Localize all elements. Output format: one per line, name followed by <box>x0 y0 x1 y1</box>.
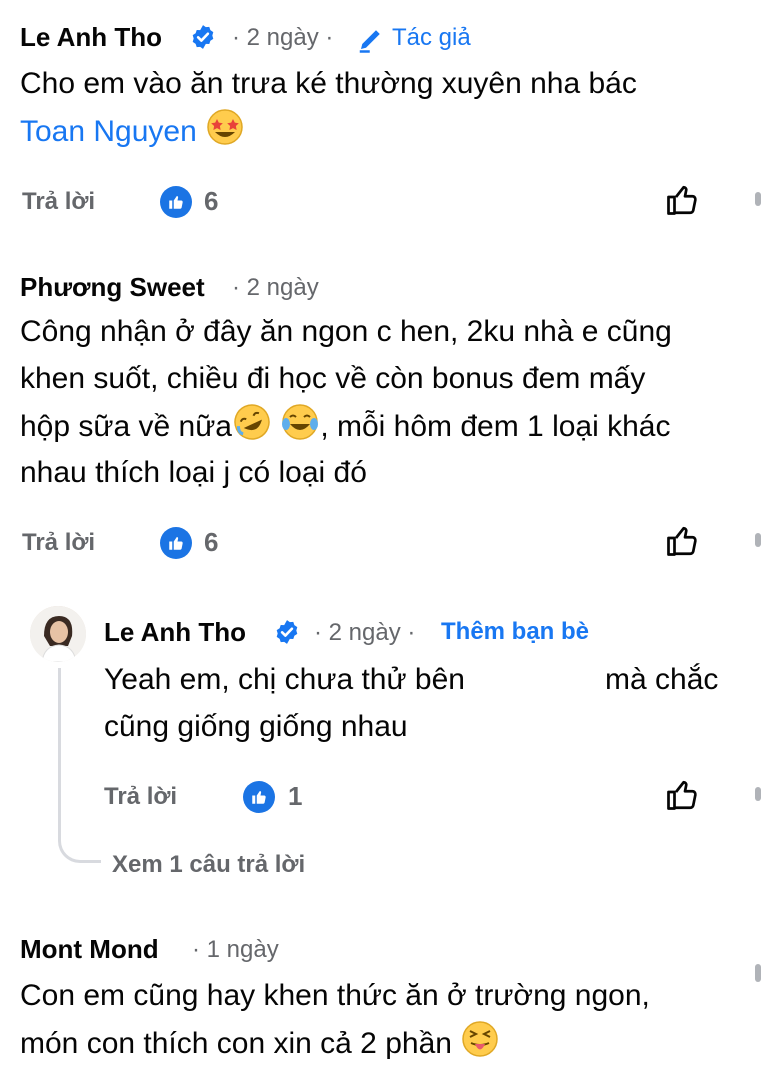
comment-text-line: Công nhận ở đây ăn ngon c hen, 2ku nhà e… <box>20 315 672 348</box>
emoji-star-struck <box>207 109 243 145</box>
pencil-icon <box>359 30 380 53</box>
thumbs-up-icon[interactable] <box>664 523 700 559</box>
comment-text-line: Con em cũng hay khen thức ăn ở trường ng… <box>20 979 650 1012</box>
emoji-tongue <box>462 1021 499 1057</box>
comment-time: · 2 ngày · <box>232 24 334 51</box>
add-friend-link[interactable]: Thêm bạn bè <box>441 618 589 646</box>
comment-text-line: món con thích con xin cả 2 phần <box>20 1019 500 1067</box>
comment-time: · 1 ngày <box>192 936 279 963</box>
like-count: 6 <box>204 186 219 216</box>
verified-icon <box>276 620 298 644</box>
reply-button[interactable]: Trả lời <box>104 783 177 811</box>
comment-text-segment: , mỗi hôm đem 1 loại khác <box>320 410 671 443</box>
reply-text-part1: Yeah em, chị chưa thử bên <box>104 663 465 696</box>
thread-line <box>58 668 101 863</box>
reply-text-part2: mà chắc <box>605 663 719 696</box>
emoji-rofl <box>234 404 270 440</box>
like-badge-icon <box>160 527 192 559</box>
comment-text-line: khen suốt, chiều đi học về còn bonus đem… <box>20 362 646 395</box>
reply-text-line2: cũng giống giống nhau <box>104 710 408 743</box>
thumbs-up-icon[interactable] <box>664 182 700 218</box>
reply-button[interactable]: Trả lời <box>22 188 95 216</box>
reply-button[interactable]: Trả lời <box>22 529 95 557</box>
comment-text-line2: Toan Nguyen <box>20 107 245 155</box>
comment-text: Cho em vào ăn trưa ké thường xuyên nha b… <box>20 67 637 100</box>
comment-author[interactable]: Phương Sweet <box>20 272 205 303</box>
reply-author[interactable]: Le Anh Tho <box>104 617 246 648</box>
verified-icon <box>192 25 214 49</box>
like-badge-icon <box>243 781 275 813</box>
reply-time: · 2 ngày · <box>314 619 416 646</box>
author-badge: Tác giả <box>392 24 471 51</box>
more-options-edge[interactable] <box>755 964 761 982</box>
comment-text-segment: hộp sữa về nữa <box>20 410 232 443</box>
avatar[interactable] <box>30 606 86 662</box>
comment-author[interactable]: Le Anh Tho <box>20 22 162 53</box>
comment-author[interactable]: Mont Mond <box>20 934 159 965</box>
comment-time: · 2 ngày <box>232 274 319 301</box>
comment-text-line: nhau thích loại j có loại đó <box>20 456 367 489</box>
mention-link[interactable]: Toan Nguyen <box>20 115 197 148</box>
comment-text-segment: món con thích con xin cả 2 phần <box>20 1027 452 1060</box>
more-options-edge[interactable] <box>755 787 761 801</box>
like-count: 6 <box>204 527 219 557</box>
comment-text-line: hộp sữa về nữa , mỗi hôm đem 1 loại khác <box>20 402 670 450</box>
thumbs-up-icon[interactable] <box>664 777 700 813</box>
like-count: 1 <box>288 781 303 811</box>
more-options-edge[interactable] <box>755 192 761 206</box>
like-badge-icon <box>160 186 192 218</box>
emoji-tears-of-joy <box>282 404 319 440</box>
more-options-edge[interactable] <box>755 533 761 547</box>
view-replies-link[interactable]: Xem 1 câu trả lời <box>112 851 305 879</box>
